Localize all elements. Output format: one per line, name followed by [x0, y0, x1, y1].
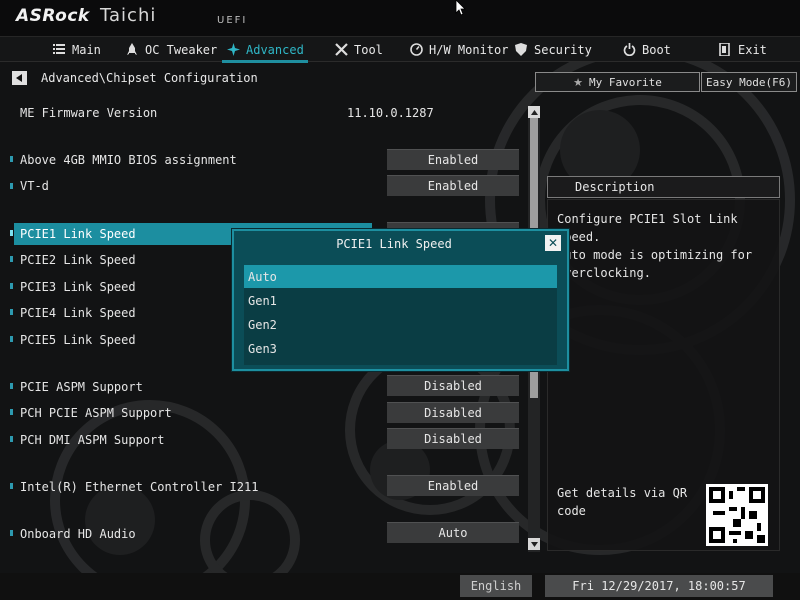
row-marker [10, 230, 13, 236]
vtd-label[interactable]: VT-d [20, 179, 49, 193]
pcie3-label[interactable]: PCIE3 Link Speed [20, 280, 136, 294]
pcie5-label[interactable]: PCIE5 Link Speed [20, 333, 136, 347]
me-firmware-label: ME Firmware Version [20, 106, 158, 120]
top-bar: ASRock Taichi UEFI [0, 0, 800, 36]
pcie-aspm-label[interactable]: PCIE ASPM Support [20, 380, 143, 394]
exit-icon [718, 43, 732, 57]
me-firmware-value: 11.10.0.1287 [347, 106, 434, 120]
hd-audio-label[interactable]: Onboard HD Audio [20, 527, 136, 541]
option-auto[interactable]: Auto [244, 265, 557, 288]
shield-icon [514, 43, 528, 57]
tab-main[interactable]: Main [52, 37, 101, 62]
tab-tool[interactable]: Tool [334, 37, 383, 62]
star-icon: ★ [573, 75, 583, 89]
description-title: Description [575, 180, 655, 194]
option-gen2[interactable]: Gen2 [244, 313, 557, 336]
pch-dmi-aspm-label[interactable]: PCH DMI ASPM Support [20, 433, 165, 447]
board-model: Taichi [100, 5, 157, 26]
tab-oc-tweaker[interactable]: OC Tweaker [125, 37, 217, 62]
row-marker [10, 183, 13, 189]
row-marker [10, 336, 13, 342]
datetime-display: Fri 12/29/2017, 18:00:57 [545, 575, 773, 597]
main-nav: Main OC Tweaker Advanced Tool H/W Monito… [0, 36, 800, 63]
row-marker [10, 483, 13, 489]
tab-security[interactable]: Security [514, 37, 592, 62]
vtd-value[interactable]: Enabled [387, 175, 519, 196]
rocket-icon [125, 43, 139, 57]
power-icon [622, 43, 636, 57]
close-button[interactable]: ✕ [545, 235, 561, 251]
ethernet-label[interactable]: Intel(R) Ethernet Controller I211 [20, 480, 258, 494]
above4g-label[interactable]: Above 4GB MMIO BIOS assignment [20, 153, 237, 167]
arrow-down-icon [530, 541, 538, 547]
mouse-cursor-icon [455, 0, 466, 16]
row-marker [10, 436, 13, 442]
arrow-left-icon [16, 74, 22, 82]
option-list: Auto Gen1 Gen2 Gen3 [244, 265, 557, 365]
my-favorite-button[interactable]: ★ My Favorite [535, 72, 700, 92]
ethernet-value[interactable]: Enabled [387, 475, 519, 496]
row-marker [10, 283, 13, 289]
description-text: Configure PCIE1 Slot Link Speed. Auto mo… [557, 212, 753, 280]
pch-pcie-aspm-label[interactable]: PCH PCIE ASPM Support [20, 406, 172, 420]
uefi-label: UEFI [217, 15, 248, 26]
tab-boot-label: Boot [642, 42, 671, 57]
qr-label: Get details via QR code [557, 486, 688, 518]
option-gen3[interactable]: Gen3 [244, 337, 557, 360]
tab-exit[interactable]: Exit [718, 37, 767, 62]
scroll-down-button[interactable] [528, 538, 540, 550]
tab-hw-monitor[interactable]: H/W Monitor [409, 37, 508, 62]
my-favorite-label: My Favorite [589, 75, 662, 89]
option-gen1[interactable]: Gen1 [244, 289, 557, 312]
arrow-up-icon [530, 109, 538, 115]
row-marker [10, 409, 13, 415]
pch-dmi-aspm-value[interactable]: Disabled [387, 428, 519, 449]
breadcrumb: Advanced\Chipset Configuration [41, 71, 258, 85]
tab-advanced[interactable]: Advanced [222, 37, 308, 63]
tab-exit-label: Exit [738, 42, 767, 57]
pcie-aspm-value[interactable]: Disabled [387, 375, 519, 396]
tab-boot[interactable]: Boot [622, 37, 671, 62]
tab-oc-tweaker-label: OC Tweaker [145, 42, 218, 57]
star-icon [226, 43, 240, 57]
row-marker [10, 383, 13, 389]
wrench-icon [334, 43, 348, 57]
popup-title: PCIE1 Link Speed [336, 237, 452, 251]
tab-tool-label: Tool [354, 42, 383, 57]
pch-pcie-aspm-value[interactable]: Disabled [387, 402, 519, 423]
pcie2-label[interactable]: PCIE2 Link Speed [20, 253, 136, 267]
scroll-up-button[interactable] [528, 106, 540, 118]
list-icon [52, 43, 66, 57]
pcie4-label[interactable]: PCIE4 Link Speed [20, 306, 136, 320]
brand-logo: ASRock [16, 6, 90, 26]
tab-main-label: Main [72, 42, 101, 57]
language-button[interactable]: English [460, 575, 532, 597]
easy-mode-label: Easy Mode(F6) [705, 75, 793, 89]
row-marker [10, 530, 13, 536]
monitor-icon [409, 43, 423, 57]
pcie1-label[interactable]: PCIE1 Link Speed [20, 227, 136, 241]
easy-mode-button[interactable]: Easy Mode(F6) [701, 72, 797, 92]
hd-audio-value[interactable]: Auto [387, 522, 519, 543]
tab-advanced-label: Advanced [246, 42, 304, 57]
qr-code [706, 484, 768, 546]
tab-security-label: Security [534, 42, 592, 57]
row-marker [10, 256, 13, 262]
row-marker [10, 309, 13, 315]
close-icon: ✕ [547, 236, 559, 250]
back-button[interactable] [12, 71, 27, 85]
row-marker [10, 156, 13, 162]
tab-hw-monitor-label: H/W Monitor [429, 42, 509, 57]
link-speed-popup: PCIE1 Link Speed ✕ Auto Gen1 Gen2 Gen3 [232, 229, 569, 371]
above4g-value[interactable]: Enabled [387, 149, 519, 170]
